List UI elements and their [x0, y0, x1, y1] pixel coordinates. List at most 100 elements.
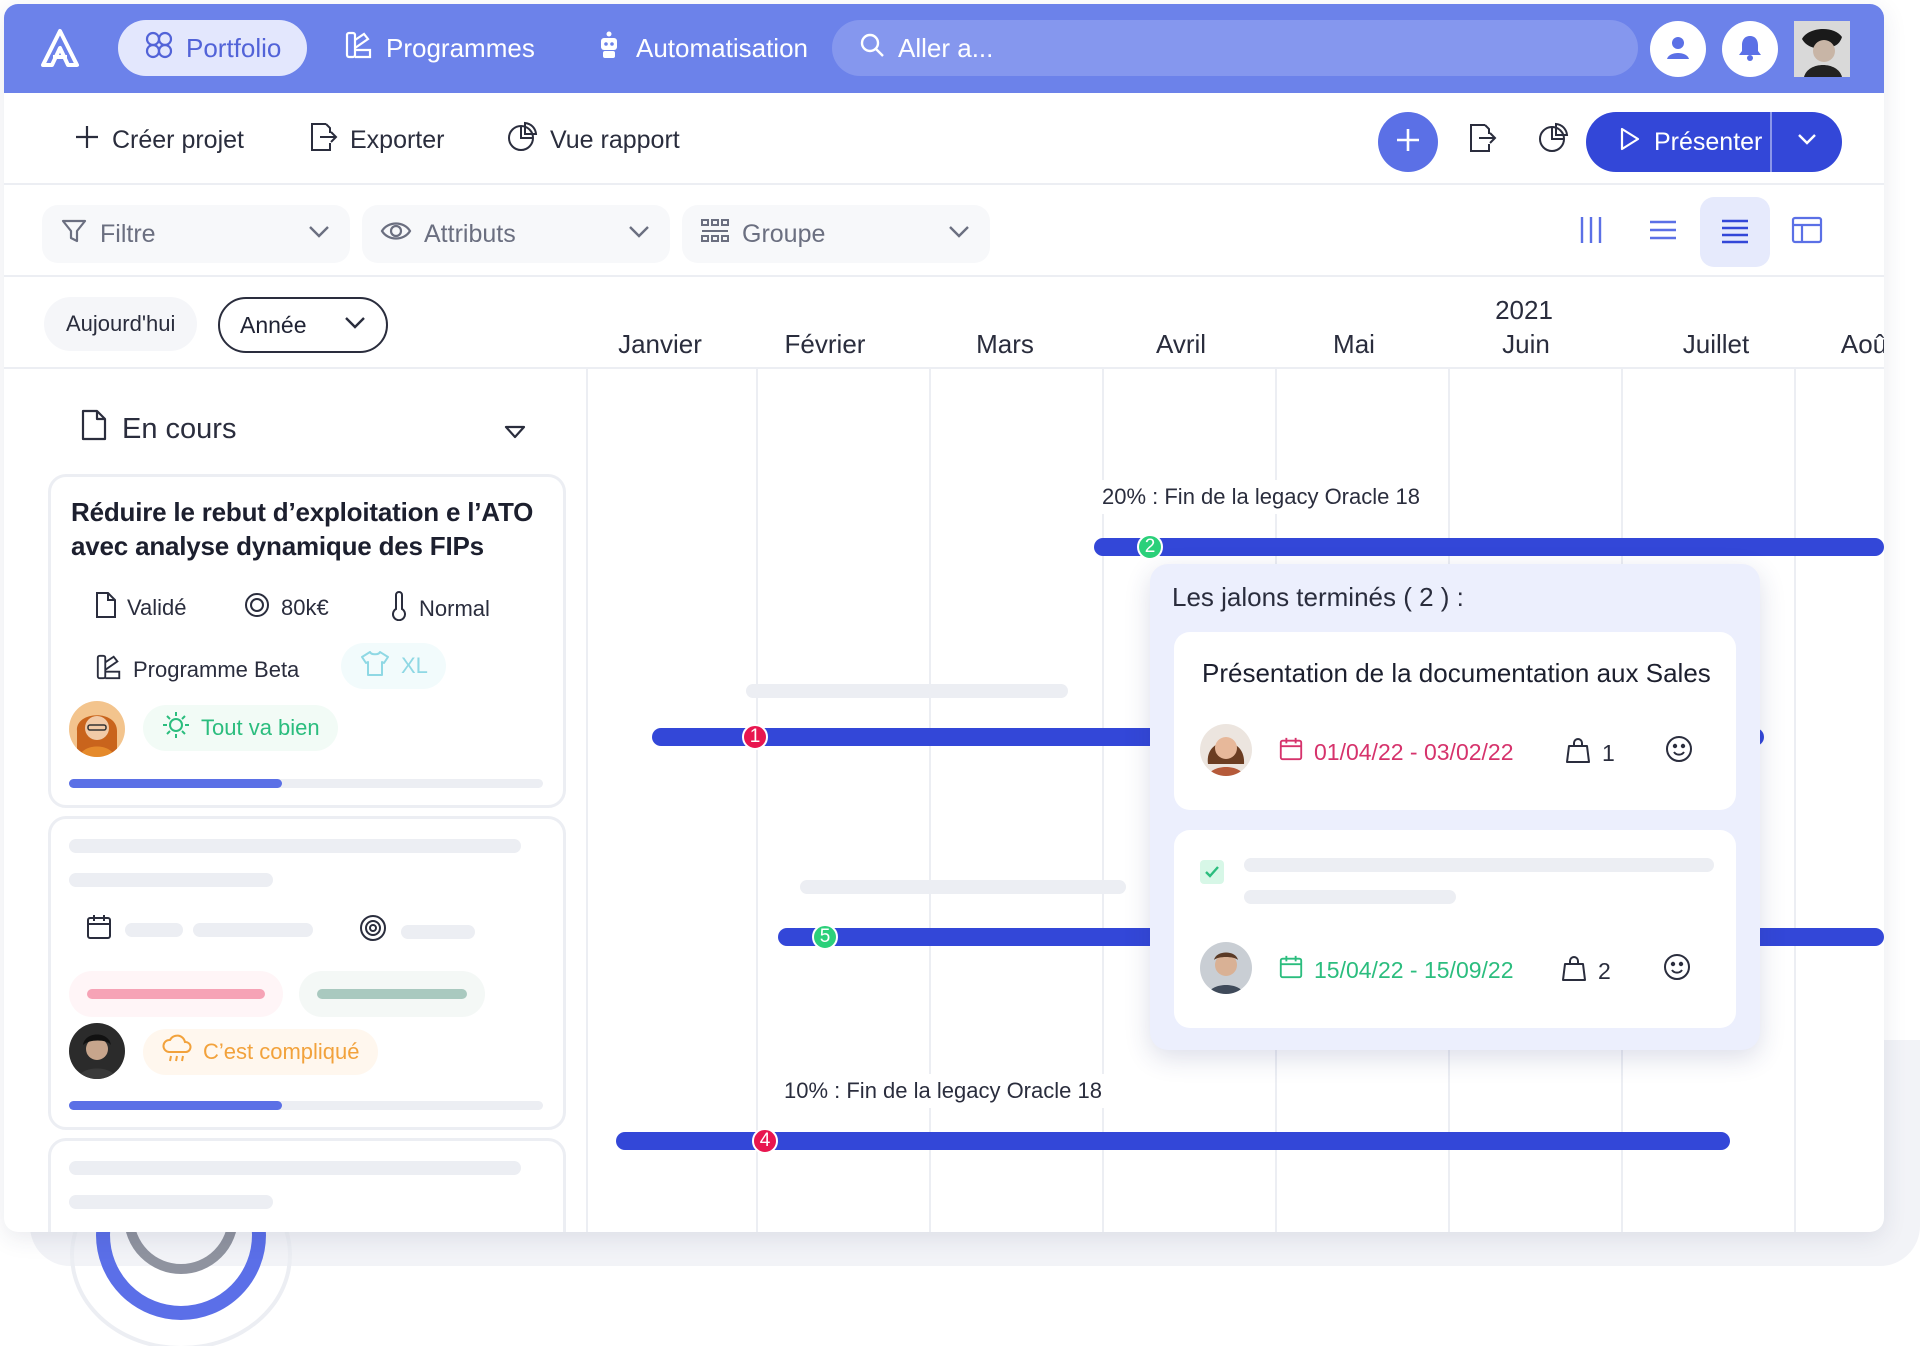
programmes-icon	[344, 30, 374, 67]
today-button[interactable]: Aujourd'hui	[44, 297, 198, 351]
month-label: Juillet	[1682, 329, 1750, 359]
bag-icon	[1560, 954, 1588, 988]
smiley-icon[interactable]	[1662, 952, 1692, 987]
group-dropdown[interactable]: Groupe	[682, 205, 990, 263]
gantt-icon	[1718, 213, 1752, 252]
nav-automatisation[interactable]: Automatisation	[568, 20, 834, 76]
priority-value: Normal	[419, 596, 490, 621]
export-icon-button[interactable]	[1460, 119, 1502, 161]
present-split-button: Présenter	[1586, 112, 1842, 172]
programmes-icon	[95, 653, 123, 687]
milestone-date-range: 15/04/22 - 15/09/22	[1314, 956, 1514, 983]
status-meta: Validé	[95, 591, 187, 625]
view-gantt-button[interactable]	[1700, 197, 1770, 267]
skeleton-line	[69, 1161, 521, 1175]
top-navigation: Portfolio Programmes Automatisation Alle…	[4, 4, 1884, 93]
chevron-down-icon	[1795, 127, 1819, 158]
project-card[interactable]: Réduire le rebut d’exploitation e l’ATO …	[48, 474, 566, 808]
milestone-marker[interactable]: 5	[812, 924, 838, 950]
report-icon-button[interactable]	[1532, 119, 1574, 161]
month-label: Juin	[1502, 329, 1550, 359]
programme-value: Programme Beta	[133, 657, 300, 682]
scale-label: Année	[240, 311, 307, 338]
nav-programmes[interactable]: Programmes	[318, 20, 561, 76]
grid-line	[756, 369, 758, 1232]
logo-icon[interactable]	[40, 28, 80, 73]
tag-pill	[69, 971, 283, 1017]
user-profile-button[interactable]	[1650, 21, 1706, 77]
milestone-marker[interactable]: 1	[742, 724, 768, 750]
collapse-icon[interactable]	[504, 424, 526, 445]
calendar-icon	[1278, 954, 1304, 986]
project-card[interactable]	[48, 1138, 566, 1232]
document-icon	[80, 408, 108, 450]
filter-label: Filtre	[100, 219, 156, 248]
milestone-marker[interactable]: 2	[1137, 534, 1163, 560]
scale-select[interactable]: Année	[218, 297, 388, 353]
milestone-marker[interactable]: 4	[752, 1128, 778, 1154]
attributes-label: Attributs	[424, 219, 516, 248]
skeleton-line	[69, 1195, 273, 1209]
progress-bar	[69, 779, 543, 788]
pie-chart-icon	[1537, 122, 1569, 159]
gantt-bar[interactable]	[616, 1132, 1730, 1150]
plus-icon	[74, 124, 100, 157]
skeleton-line	[1244, 858, 1714, 872]
budget-value: 80k€	[281, 595, 329, 620]
chevron-down-icon	[946, 218, 972, 251]
year-label: 2021	[1495, 295, 1553, 325]
nav-portfolio[interactable]: Portfolio	[118, 20, 308, 76]
add-button[interactable]	[1378, 112, 1438, 172]
create-project-button[interactable]: Créer projet	[74, 119, 244, 161]
view-list-button[interactable]	[1628, 197, 1698, 267]
group-label: Groupe	[742, 219, 826, 248]
milestone-count: 1	[1564, 736, 1615, 770]
section-title: En cours	[122, 412, 237, 445]
notifications-button[interactable]	[1722, 21, 1778, 77]
bar-label: 20% : Fin de la legacy Oracle 18	[1094, 480, 1428, 514]
attributes-dropdown[interactable]: Attributs	[362, 205, 670, 263]
view-table-button[interactable]	[1772, 197, 1842, 267]
milestone-date-range: 01/04/22 - 03/02/22	[1314, 738, 1514, 765]
document-icon	[95, 591, 117, 625]
section-header[interactable]: En cours	[80, 408, 236, 450]
filter-dropdown[interactable]: Filtre	[42, 205, 350, 263]
project-card[interactable]: C’est compliqué	[48, 816, 566, 1130]
export-button[interactable]: Exporter	[306, 119, 444, 161]
milestone-card[interactable]: Présentation de la documentation aux Sal…	[1174, 632, 1736, 810]
size-badge: XL	[341, 643, 446, 689]
thermometer-icon	[389, 591, 409, 627]
checkbox[interactable]	[1200, 860, 1224, 884]
chevron-down-icon	[342, 309, 368, 341]
tag-placeholder	[87, 989, 265, 999]
coins-icon	[357, 913, 389, 948]
smiley-icon[interactable]	[1664, 734, 1694, 769]
month-label: Mai	[1333, 329, 1375, 359]
avatar	[69, 1023, 125, 1079]
gantt-bar[interactable]	[1094, 538, 1884, 556]
eye-icon	[380, 217, 412, 252]
cloud-rain-icon	[161, 1034, 193, 1070]
view-columns-button[interactable]	[1556, 197, 1626, 267]
skeleton-line	[746, 684, 1068, 698]
health-badge: Tout va bien	[143, 705, 338, 751]
skeleton-line	[69, 873, 273, 887]
portfolio-icon	[144, 30, 174, 67]
chevron-down-icon	[626, 218, 652, 251]
milestone-title: Présentation de la documentation aux Sal…	[1202, 658, 1711, 688]
app-window: Portfolio Programmes Automatisation Alle…	[4, 4, 1884, 1232]
present-button[interactable]: Présenter	[1586, 112, 1772, 172]
progress-fill	[69, 1101, 283, 1110]
health-badge: C’est compliqué	[143, 1029, 378, 1075]
robot-icon	[594, 30, 624, 67]
search-input[interactable]: Aller a...	[832, 20, 1638, 76]
milestone-card[interactable]: 15/04/22 - 15/09/22 2	[1174, 830, 1736, 1028]
report-view-button[interactable]: Vue rapport	[506, 119, 680, 161]
present-options-button[interactable]	[1772, 112, 1842, 172]
bell-icon	[1735, 32, 1765, 67]
nav-automatisation-label: Automatisation	[636, 32, 808, 63]
user-icon	[1663, 32, 1693, 67]
create-project-label: Créer projet	[112, 125, 244, 154]
avatar[interactable]	[1794, 21, 1850, 77]
avatar	[69, 701, 125, 757]
